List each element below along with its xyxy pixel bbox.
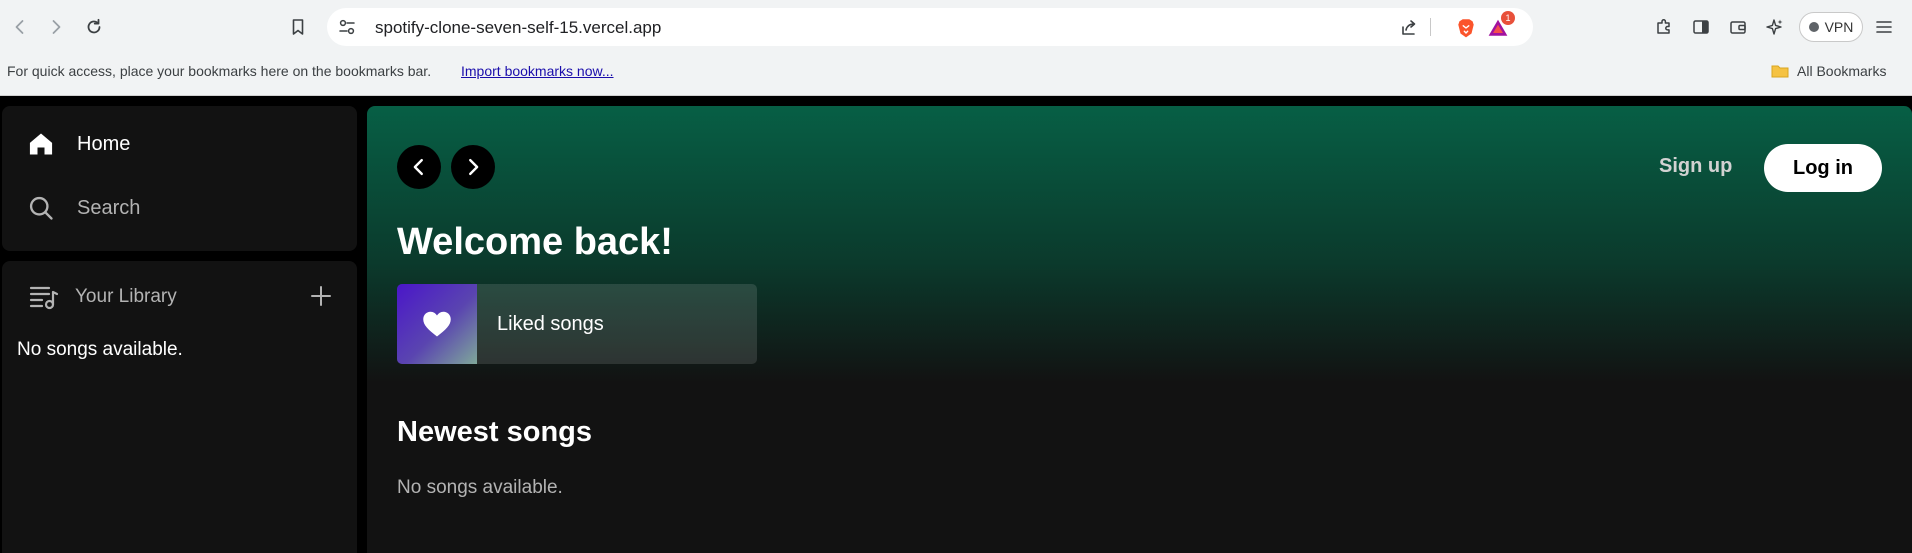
leo-ai-button[interactable]: [1763, 15, 1787, 39]
arrow-left-icon: [15, 20, 24, 34]
vpn-status-icon: [1808, 22, 1819, 32]
sidebar-nav-panel: Home Search: [2, 106, 357, 251]
address-bar-divider: [1430, 18, 1431, 36]
share-button[interactable]: [1398, 17, 1420, 39]
vpn-label: VPN: [1824, 19, 1854, 35]
library-title: Your Library: [75, 286, 177, 307]
brave-lion-icon: [1458, 19, 1474, 38]
log-in-button[interactable]: Log in: [1764, 144, 1882, 192]
library-header[interactable]: Your Library: [29, 283, 177, 311]
plus-icon: [311, 286, 331, 306]
bookmarks-bar: For quick access, place your bookmarks h…: [0, 54, 1912, 96]
all-bookmarks-button[interactable]: All Bookmarks: [1770, 61, 1886, 81]
bookmarks-bar-prompt: For quick access, place your bookmarks h…: [7, 63, 432, 79]
share-icon: [1402, 20, 1416, 35]
sidebar-icon: [1693, 20, 1709, 34]
liked-songs-thumbnail: [397, 284, 477, 364]
sidebar-item-label: Home: [77, 132, 131, 155]
newest-songs-empty-message: No songs available.: [397, 477, 563, 498]
import-bookmarks-link[interactable]: Import bookmarks now...: [461, 63, 614, 79]
library-empty-message: No songs available.: [17, 339, 183, 360]
library-playlist-icon: [29, 286, 59, 310]
notification-badge: 1: [1501, 11, 1515, 25]
search-icon: [29, 196, 53, 220]
history-back-button[interactable]: [397, 145, 441, 189]
reload-icon: [87, 18, 101, 34]
brave-shields-button[interactable]: [1455, 17, 1477, 39]
liked-songs-card[interactable]: Liked songs: [397, 284, 757, 364]
brave-rewards-button[interactable]: 1: [1487, 11, 1515, 39]
browser-back-button[interactable]: [6, 13, 34, 41]
main-content: Sign up Log in Welcome back! Liked songs…: [367, 106, 1912, 553]
bookmark-page-button[interactable]: [284, 13, 312, 41]
wallet-icon: [1730, 21, 1746, 34]
browser-menu-button[interactable]: [1872, 15, 1896, 39]
hamburger-menu-icon: [1876, 21, 1892, 33]
sidebar-item-search[interactable]: Search: [27, 194, 140, 222]
extensions-button[interactable]: [1652, 15, 1676, 39]
chevron-right-icon: [469, 158, 479, 176]
bookmark-icon: [292, 19, 304, 35]
sparkle-icon: [1766, 19, 1783, 35]
heart-icon: [423, 311, 451, 337]
vpn-button[interactable]: VPN: [1799, 12, 1863, 42]
address-bar[interactable]: spotify-clone-seven-self-15.vercel.app 1: [327, 8, 1533, 46]
site-info-icon[interactable]: [337, 17, 357, 37]
browser-forward-button[interactable]: [42, 13, 70, 41]
home-icon: [29, 133, 53, 155]
sidebar-item-home[interactable]: Home: [27, 130, 130, 158]
puzzle-icon: [1657, 19, 1670, 34]
folder-icon: [1771, 65, 1789, 78]
all-bookmarks-label: All Bookmarks: [1797, 63, 1887, 79]
sidebar-item-label: Search: [77, 196, 141, 219]
browser-reload-button[interactable]: [80, 13, 108, 41]
sidebar-toggle-button[interactable]: [1689, 15, 1713, 39]
library-panel: Your Library No songs available.: [2, 261, 357, 553]
liked-songs-label: Liked songs: [497, 313, 604, 335]
address-bar-url[interactable]: spotify-clone-seven-self-15.vercel.app: [375, 18, 661, 38]
page-title: Welcome back!: [397, 221, 673, 263]
chevron-left-icon: [413, 158, 423, 176]
add-to-library-button[interactable]: [307, 282, 335, 310]
browser-toolbar: spotify-clone-seven-self-15.vercel.app 1…: [0, 0, 1912, 54]
sign-up-button[interactable]: Sign up: [1659, 155, 1732, 178]
history-forward-button[interactable]: [451, 145, 495, 189]
wallet-button[interactable]: [1726, 15, 1750, 39]
arrow-right-icon: [52, 20, 61, 34]
newest-songs-heading: Newest songs: [397, 416, 592, 448]
